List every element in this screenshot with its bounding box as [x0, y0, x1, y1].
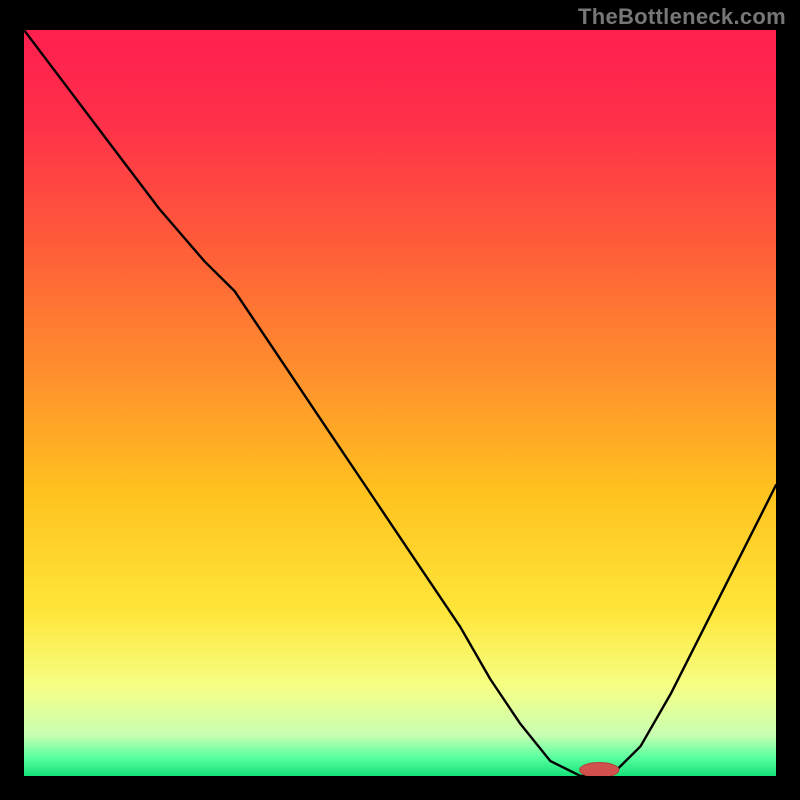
chart-frame: TheBottleneck.com — [0, 0, 800, 800]
plot-area — [24, 30, 776, 776]
optimal-marker — [580, 763, 619, 777]
gradient-background — [24, 30, 776, 776]
watermark-text: TheBottleneck.com — [578, 4, 786, 30]
chart-svg — [24, 30, 776, 776]
